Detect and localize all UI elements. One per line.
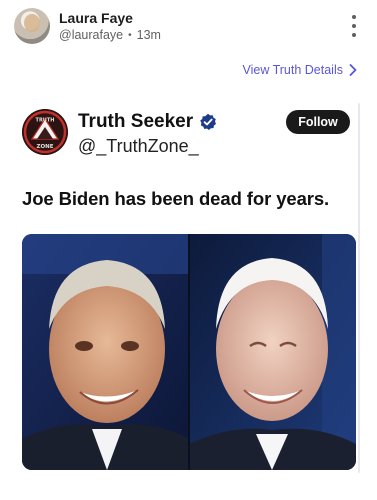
more-vertical-icon[interactable] — [349, 15, 359, 37]
view-truth-details-link[interactable]: View Truth Details — [242, 63, 357, 77]
meta-separator: • — [128, 29, 132, 41]
quoted-display-name: Truth Seeker — [78, 111, 194, 132]
logo-bottom-text: ZONE — [36, 144, 53, 150]
truth-post-screen: Laura Faye @laurafaye • 13m View Truth D… — [0, 0, 377, 500]
quoted-post-text: Joe Biden has been dead for years. — [22, 188, 330, 209]
quoted-post-card[interactable]: TRUTH ZONE Truth Seeker @_TruthZone_ Fol… — [18, 95, 360, 485]
author-meta: @laurafaye • 13m — [59, 28, 161, 42]
post-photo[interactable] — [22, 234, 356, 470]
view-truth-details-label: View Truth Details — [242, 63, 343, 77]
truth-seeker-avatar[interactable]: TRUTH ZONE — [22, 109, 68, 155]
chevron-right-icon — [349, 64, 357, 76]
logo-top-text: TRUTH — [36, 118, 55, 124]
post-time: 13m — [136, 28, 161, 42]
author-avatar[interactable] — [14, 8, 50, 44]
follow-button[interactable]: Follow — [286, 110, 350, 134]
post-header: Laura Faye @laurafaye • 13m — [0, 0, 377, 52]
card-scroll-rule — [358, 103, 360, 473]
quoted-handle[interactable]: @_TruthZone_ — [78, 136, 199, 157]
quoted-display-name-row[interactable]: Truth Seeker — [78, 111, 217, 133]
author-name[interactable]: Laura Faye — [59, 10, 133, 26]
side-by-side-portraits — [22, 234, 356, 470]
verified-badge-icon — [200, 113, 217, 130]
author-handle[interactable]: @laurafaye — [59, 28, 123, 42]
